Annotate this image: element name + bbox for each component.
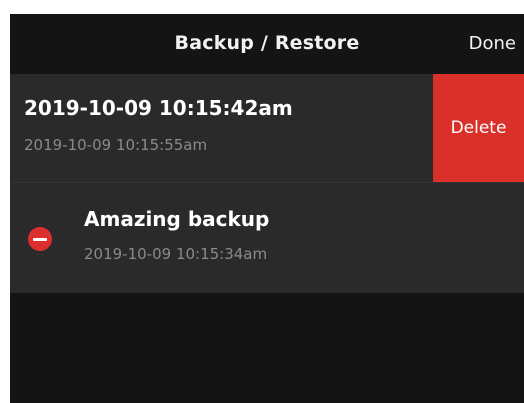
page-title: Backup / Restore [174,32,360,54]
backup-title: Amazing backup [84,207,270,231]
navigation-bar: Backup / Restore Done [10,14,524,74]
backup-list: 2019-10-09 10:15:42am 2019-10-09 10:15:5… [10,74,524,293]
backup-row-content[interactable]: 2019-10-09 10:15:42am 2019-10-09 10:15:5… [10,74,430,182]
empty-list-area [10,293,524,403]
minus-circle-icon[interactable] [28,227,52,251]
backup-restore-screen: Backup / Restore Done 2019-10-09 10:15:4… [10,14,524,403]
delete-button[interactable]: Delete [433,74,524,182]
backup-timestamp: 2019-10-09 10:15:55am [24,136,208,154]
backup-row[interactable]: 2019-10-09 10:15:42am 2019-10-09 10:15:5… [10,74,524,182]
backup-row[interactable]: Amazing backup 2019-10-09 10:15:34am [10,182,524,293]
backup-title: 2019-10-09 10:15:42am [24,96,293,120]
done-button[interactable]: Done [469,33,516,54]
backup-timestamp: 2019-10-09 10:15:34am [84,245,268,263]
